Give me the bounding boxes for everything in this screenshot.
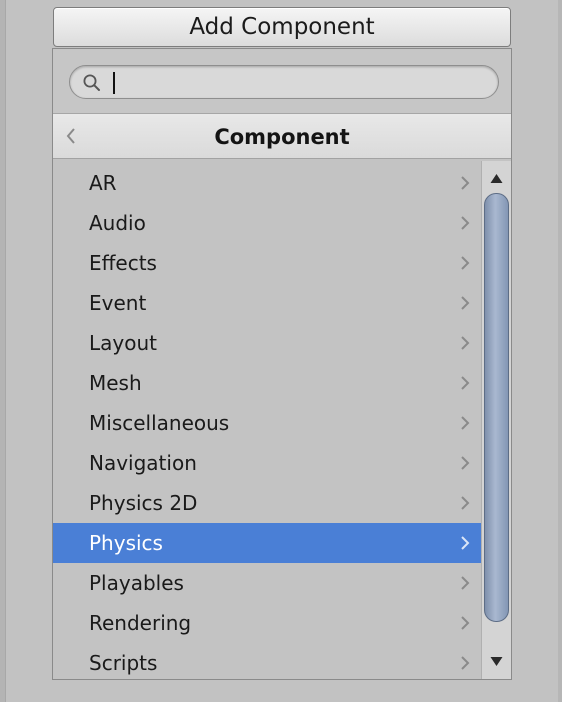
list-item[interactable]: AR	[53, 163, 481, 203]
chevron-right-icon	[461, 416, 470, 430]
list-item-label: Navigation	[89, 451, 197, 475]
list-item-label: Rendering	[89, 611, 192, 635]
menu-title: Component	[214, 125, 350, 149]
chevron-right-icon	[461, 376, 470, 390]
chevron-right-icon	[461, 616, 470, 630]
list-item-label: Miscellaneous	[89, 411, 230, 435]
chevron-right-icon	[461, 296, 470, 310]
scroll-thumb[interactable]	[484, 193, 509, 623]
list-item[interactable]: Rendering	[53, 603, 481, 643]
chevron-right-icon	[461, 176, 470, 190]
list-item-label: Scripts	[89, 651, 158, 675]
list-item[interactable]: Physics	[53, 523, 481, 563]
search-area	[53, 49, 511, 113]
list-item[interactable]: Effects	[53, 243, 481, 283]
list-item-label: Event	[89, 291, 147, 315]
chevron-right-icon	[461, 656, 470, 670]
search-icon	[83, 74, 100, 91]
list-item[interactable]: Mesh	[53, 363, 481, 403]
triangle-up-icon[interactable]	[482, 165, 511, 193]
list-item[interactable]: Scripts	[53, 643, 481, 679]
chevron-right-icon	[461, 576, 470, 590]
chevron-right-icon	[461, 256, 470, 270]
scrollbar[interactable]	[481, 161, 511, 679]
window-edge-right	[558, 0, 562, 702]
chevron-right-icon	[461, 536, 470, 550]
chevron-right-icon	[461, 456, 470, 470]
list-item-label: Effects	[89, 251, 157, 275]
search-input[interactable]	[112, 70, 490, 94]
triangle-down-icon[interactable]	[482, 647, 511, 675]
list-item-label: Layout	[89, 331, 157, 355]
list-item-label: AR	[89, 171, 117, 195]
component-popup: Component AR Audio Effects Event Layout Mesh M…	[52, 48, 512, 680]
list-item[interactable]: Navigation	[53, 443, 481, 483]
list-item-label: Audio	[89, 211, 146, 235]
component-list: AR Audio Effects Event Layout Mesh Miscellaneo…	[53, 163, 481, 679]
list-item[interactable]: Audio	[53, 203, 481, 243]
list-item-label: Physics	[89, 531, 163, 555]
chevron-right-icon	[461, 336, 470, 350]
text-caret	[113, 72, 115, 94]
list-item[interactable]: Miscellaneous	[53, 403, 481, 443]
chevron-right-icon	[461, 496, 470, 510]
list-item[interactable]: Event	[53, 283, 481, 323]
list-item[interactable]: Playables	[53, 563, 481, 603]
list-item-label: Playables	[89, 571, 184, 595]
list-item[interactable]: Layout	[53, 323, 481, 363]
menu-header: Component	[53, 113, 511, 159]
search-field[interactable]	[69, 65, 499, 99]
add-component-button[interactable]: Add Component	[53, 7, 511, 47]
window-edge-left	[0, 0, 6, 702]
chevron-right-icon	[461, 216, 470, 230]
list-item-label: Mesh	[89, 371, 142, 395]
list-item[interactable]: Physics 2D	[53, 483, 481, 523]
scroll-track[interactable]	[484, 193, 509, 645]
list-item-label: Physics 2D	[89, 491, 198, 515]
